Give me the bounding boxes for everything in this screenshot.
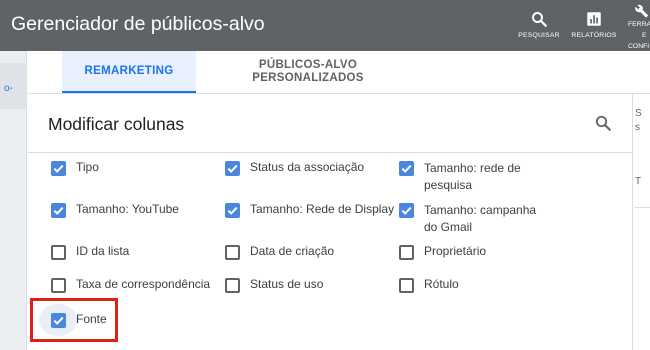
checkbox-checked[interactable] (51, 203, 66, 218)
column-option-taxa-correspondencia[interactable]: Taxa de correspondência (51, 277, 221, 293)
check-icon (227, 206, 238, 215)
column-option-label: Status da associação (250, 160, 365, 174)
checkbox-unchecked[interactable] (51, 278, 66, 293)
left-nav: o- (0, 51, 27, 350)
column-option-label: Tamanho: campanha do Gmail (424, 203, 537, 234)
checkbox-checked[interactable] (225, 203, 240, 218)
tabs-bar: REMARKETING PÚBLICOS-ALVO PERSONALIZADOS (28, 51, 650, 94)
column-option-status-uso[interactable]: Status de uso (225, 277, 385, 293)
checkbox-checked[interactable] (399, 203, 414, 218)
column-option-label: Proprietário (424, 244, 487, 258)
checkbox-unchecked[interactable] (225, 245, 240, 260)
check-icon (401, 206, 412, 215)
column-option-label: Taxa de correspondência (76, 277, 211, 291)
column-option-label: Data de criação (250, 244, 335, 258)
search-icon (532, 12, 547, 27)
checkbox-checked[interactable] (225, 161, 240, 176)
left-nav-selected-label: o- (4, 83, 13, 94)
panel-title: Modificar colunas (48, 114, 185, 134)
checkbox-unchecked[interactable] (399, 245, 414, 260)
column-option-label: ID da lista (76, 244, 130, 258)
right-panel-char-3: T (635, 176, 642, 187)
checkbox-unchecked[interactable] (225, 278, 240, 293)
check-icon (53, 164, 64, 173)
tools-label-line1: FERRA (628, 21, 650, 28)
check-icon (227, 164, 238, 173)
column-option-label: Rótulo (424, 277, 459, 291)
search-icon (595, 115, 611, 131)
top-bar: Gerenciador de públicos-alvo PESQUISAR R… (0, 0, 650, 51)
column-option-rotulo[interactable]: Rótulo (399, 277, 559, 293)
tools-settings-button[interactable]: FERRA E CONFI (628, 4, 650, 53)
checkbox-checked[interactable] (51, 161, 66, 176)
column-option-status-associacao[interactable]: Status da associação (225, 160, 385, 176)
app-title: Gerenciador de públicos-alvo (11, 13, 265, 35)
panel-search-button[interactable] (594, 114, 612, 137)
search-tool-label: PESQUISAR (518, 32, 560, 39)
right-panel-divider (634, 207, 650, 208)
column-option-label: Status de uso (250, 277, 324, 291)
column-option-label: Tipo (76, 160, 99, 174)
column-option-tamanho-gmail[interactable]: Tamanho: campanha do Gmail (399, 202, 559, 236)
column-option-tamanho-display[interactable]: Tamanho: Rede de Display (225, 202, 394, 218)
column-option-label: Tamanho: YouTube (76, 202, 179, 216)
column-option-tipo[interactable]: Tipo (51, 160, 196, 176)
tab-remarketing[interactable]: REMARKETING (62, 51, 196, 93)
column-option-label: Tamanho: rede de pesquisa (424, 161, 521, 192)
search-tool-button[interactable]: PESQUISAR (512, 10, 566, 39)
column-option-tamanho-youtube[interactable]: Tamanho: YouTube (51, 202, 196, 218)
tab-custom-audiences[interactable]: PÚBLICOS-ALVO PERSONALIZADOS (233, 51, 383, 93)
checkbox-unchecked[interactable] (399, 278, 414, 293)
checkbox-unchecked[interactable] (51, 245, 66, 260)
right-panel-char-2: s (635, 122, 640, 133)
check-icon (53, 206, 64, 215)
wrench-icon (635, 4, 649, 18)
panel-divider (28, 152, 633, 153)
reports-tool-label: RELATÓRIOS (571, 32, 617, 39)
right-panel-char-1: S (635, 108, 642, 119)
right-side-panel: S s T (634, 94, 650, 350)
checkbox-checked[interactable] (399, 161, 414, 176)
column-option-id-lista[interactable]: ID da lista (51, 244, 196, 260)
check-icon (401, 164, 412, 173)
column-option-label: Tamanho: Rede de Display (250, 202, 395, 216)
highlight-box (30, 298, 118, 342)
left-nav-selected-item[interactable]: o- (0, 63, 26, 109)
column-option-tamanho-pesquisa[interactable]: Tamanho: rede de pesquisa (399, 160, 539, 194)
tools-label-line2: E (642, 32, 647, 39)
column-option-proprietario[interactable]: Proprietário (399, 244, 559, 260)
reports-tool-button[interactable]: RELATÓRIOS (567, 10, 621, 39)
column-option-data-criacao[interactable]: Data de criação (225, 244, 385, 260)
bar-chart-icon (587, 12, 601, 26)
